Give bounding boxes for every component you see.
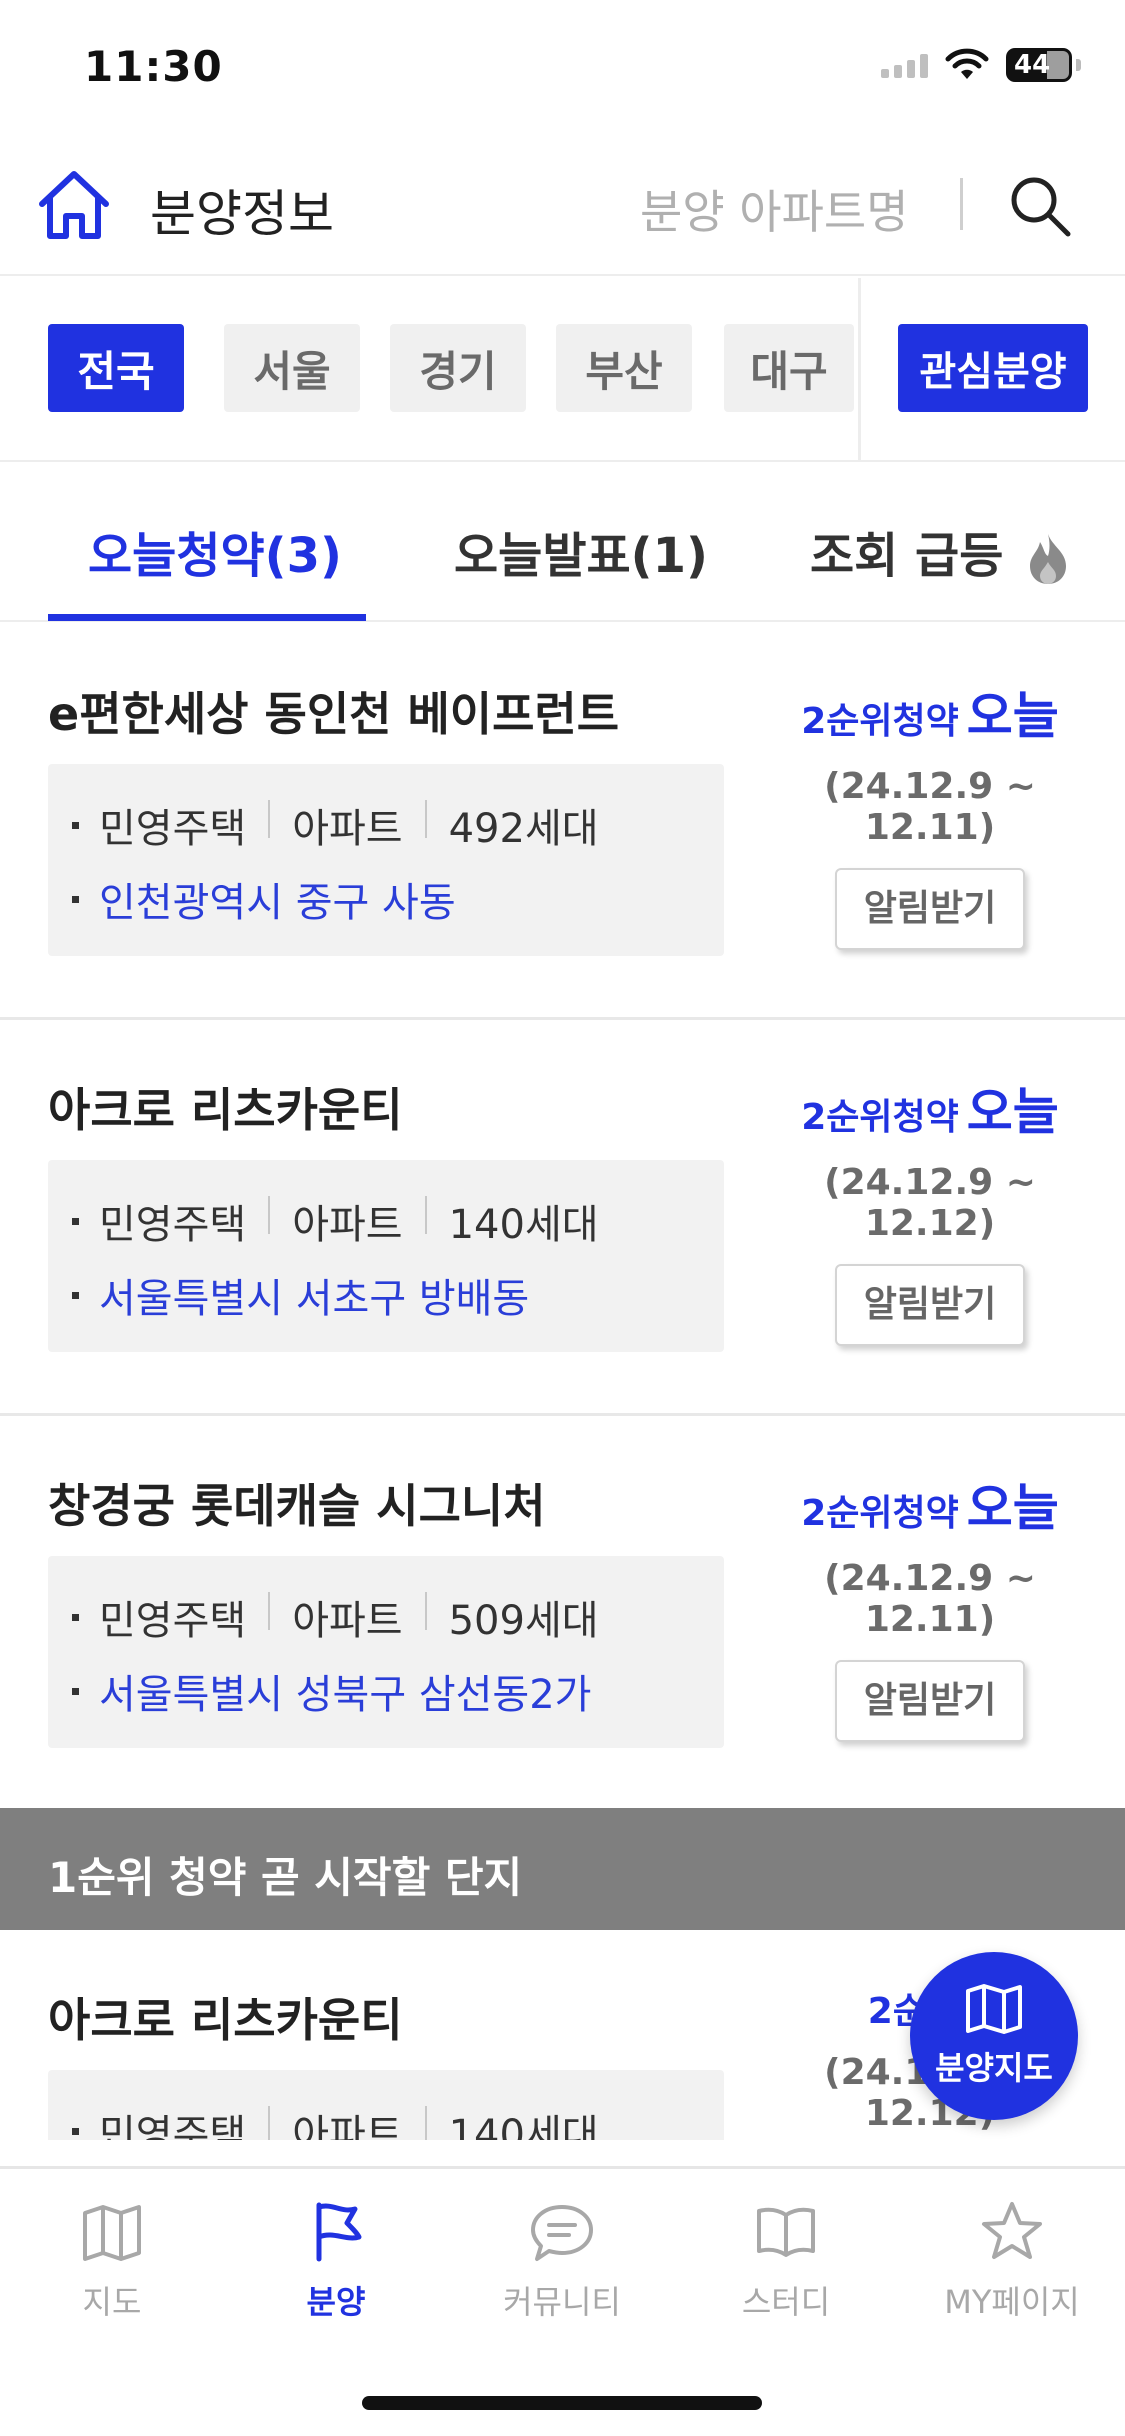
housing-type: 민영주택: [99, 2112, 247, 2140]
nav-label: 커뮤니티: [503, 2283, 621, 2321]
favorite-listings-button[interactable]: 관심분양: [898, 324, 1088, 412]
sale-map-button[interactable]: 분양지도: [910, 1952, 1078, 2120]
nav-label: 스터디: [741, 2283, 831, 2321]
listing-info: 민영주택 아파트 509세대 서울특별시 성북구 삼선동2가: [48, 1556, 724, 1748]
listing-address[interactable]: 서울특별시 성북구 삼선동2가: [99, 1662, 591, 1720]
housing-type: 민영주택: [99, 806, 247, 852]
section-banner: 1순위 청약 곧 시작할 단지: [0, 1808, 1125, 1930]
flag-icon: [316, 2202, 362, 2262]
region-chip-gyeonggi[interactable]: 경기: [390, 324, 526, 412]
map-icon: [966, 1984, 1022, 2034]
tab-trending-label: 조회 급등: [810, 528, 1004, 584]
listing-title: 아크로 리츠카운티: [48, 1993, 403, 2047]
cellular-signal-icon: [881, 52, 928, 78]
rank-label: 2순위청약: [801, 1097, 959, 1138]
search-input[interactable]: 분양 아파트명: [640, 176, 909, 242]
tab-trending[interactable]: 조회 급등: [810, 516, 1072, 586]
subscription-period: (24.12.9 ~ 12.12): [824, 1162, 1036, 1244]
building-kind: 아파트: [292, 1202, 403, 1248]
active-tab-indicator: [48, 614, 366, 621]
nav-label: 지도: [82, 2283, 142, 2321]
page-title: 분양정보: [150, 185, 334, 243]
wifi-icon: [945, 48, 989, 79]
listing-schedule: 2순위청약 오늘 (24.12.9 ~ 12.11) 알림받기: [760, 676, 1100, 950]
listing-info: 민영주택 아파트 140세대 서울특별시 서초구 방배동: [48, 1160, 724, 1352]
unit-count: 492세대: [448, 806, 599, 852]
listing-schedule: 2순위청약 오늘 (24.12.9 ~ 12.12) 알림받기: [760, 1072, 1100, 1346]
building-kind: 아파트: [292, 806, 403, 852]
nav-item-sale[interactable]: 분양: [236, 2199, 436, 2323]
region-chip-all[interactable]: 전국: [48, 324, 184, 412]
listing-schedule: 2순위청약 오늘 (24.12.9 ~ 12.11) 알림받기: [760, 1468, 1100, 1742]
listing-address[interactable]: 서울특별시 서초구 방배동: [99, 1266, 529, 1324]
book-icon: [757, 2207, 815, 2257]
status-label: 오늘: [966, 1083, 1059, 1141]
tab-today-subscription[interactable]: 오늘청약(3): [88, 516, 342, 586]
sale-map-label: 분양지도: [935, 2049, 1053, 2087]
building-kind: 아파트: [292, 1598, 403, 1644]
status-bar: 11:30 44: [0, 0, 1125, 140]
nav-item-map[interactable]: 지도: [12, 2199, 212, 2323]
listing-card[interactable]: 아크로 리츠카운티 민영주택 아파트 140세대 서울특별시 서초구 방배동 2…: [0, 1020, 1125, 1416]
alarm-button[interactable]: 알림받기: [835, 868, 1025, 950]
listing-title: 창경궁 롯데캐슬 시그니처: [48, 1479, 546, 1533]
unit-count: 140세대: [448, 1202, 599, 1248]
search-icon[interactable]: [1006, 172, 1074, 240]
battery-icon: 44: [1006, 48, 1072, 82]
nav-label: 분양: [306, 2283, 366, 2321]
housing-type: 민영주택: [99, 1202, 247, 1248]
region-filter: 전국 서울 경기 부산 대구 관심분양: [0, 278, 1125, 462]
star-icon: [982, 2202, 1042, 2259]
status-time: 11:30: [84, 42, 223, 91]
unit-count: 140세대: [448, 2112, 599, 2140]
alarm-button[interactable]: 알림받기: [835, 1660, 1025, 1742]
rank-label: 2순위청약: [801, 701, 959, 742]
map-icon: [83, 2205, 141, 2261]
header-divider: [960, 178, 963, 230]
listing-title: 아크로 리츠카운티: [48, 1083, 403, 1137]
status-indicators: 44: [881, 48, 1081, 82]
listing-card[interactable]: e편한세상 동인천 베이프런트 민영주택 아파트 492세대 인천광역시 중구 …: [0, 624, 1125, 1020]
listing-address[interactable]: 인천광역시 중구 사동: [99, 870, 456, 928]
alarm-button[interactable]: 알림받기: [835, 1264, 1025, 1346]
subscription-period: (24.12.9 ~ 12.11): [824, 1558, 1036, 1640]
listing-info: 민영주택 아파트 492세대 인천광역시 중구 사동: [48, 764, 724, 956]
building-kind: 아파트: [292, 2112, 403, 2140]
home-icon[interactable]: [34, 164, 114, 244]
region-chip-daegu[interactable]: 대구: [724, 324, 854, 412]
subscription-period: (24.12.9 ~ 12.11): [824, 766, 1036, 848]
region-chip-seoul[interactable]: 서울: [224, 324, 360, 412]
listing-tabs: 오늘청약(3) 오늘발표(1) 조회 급등: [0, 462, 1125, 622]
listing-title: e편한세상 동인천 베이프런트: [48, 687, 620, 741]
section-title: 1순위 청약 곧 시작할 단지: [48, 1853, 523, 1902]
rank-label: 2순위청약: [801, 1493, 959, 1534]
status-label: 오늘: [966, 1479, 1059, 1537]
status-label: 오늘: [966, 687, 1059, 745]
nav-label: MY페이지: [944, 2283, 1080, 2321]
home-indicator[interactable]: [362, 2396, 762, 2410]
listing-info: 민영주택 아파트 140세대: [48, 2070, 724, 2140]
nav-item-community[interactable]: 커뮤니티: [462, 2199, 662, 2323]
listing-card[interactable]: 창경궁 롯데캐슬 시그니처 민영주택 아파트 509세대 서울특별시 성북구 삼…: [0, 1416, 1125, 1808]
nav-item-study[interactable]: 스터디: [686, 2199, 886, 2323]
battery-level: 44: [1014, 50, 1051, 80]
tab-today-announcement[interactable]: 오늘발표(1): [454, 516, 708, 586]
region-divider: [858, 278, 861, 462]
nav-item-my-page[interactable]: MY페이지: [912, 2199, 1112, 2323]
app-header: 분양정보 분양 아파트명: [0, 140, 1125, 276]
housing-type: 민영주택: [99, 1598, 247, 1644]
chat-icon: [531, 2205, 593, 2261]
unit-count: 509세대: [448, 1598, 599, 1644]
region-chip-busan[interactable]: 부산: [556, 324, 692, 412]
fire-icon: [1030, 534, 1067, 584]
